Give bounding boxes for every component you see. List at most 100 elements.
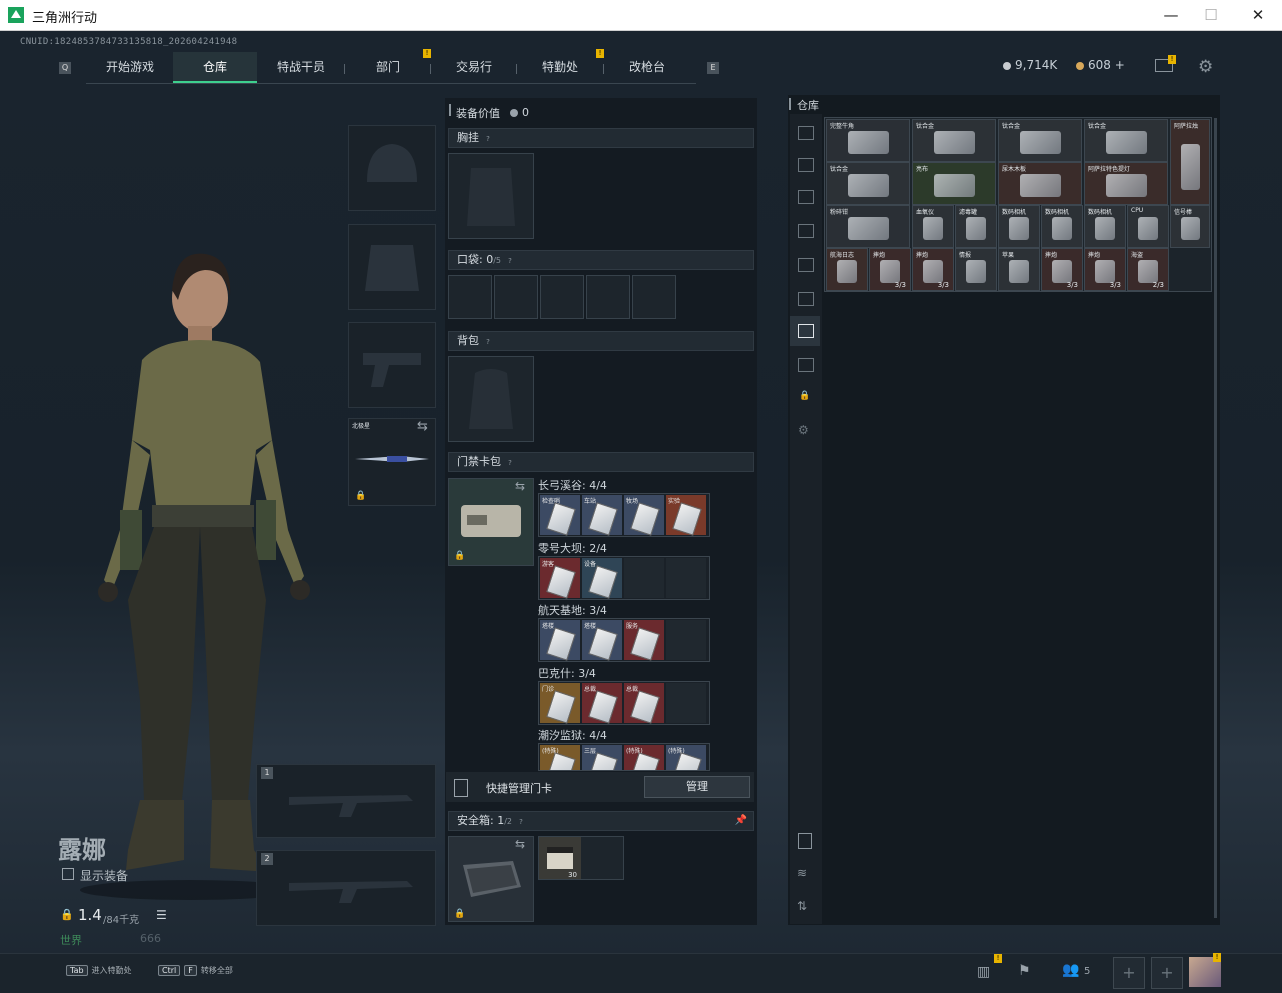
flag-button[interactable]: ⚑	[1012, 958, 1040, 986]
friends-button[interactable]: 👥 5	[1060, 958, 1100, 986]
warehouse-item[interactable]: 血氧仪	[912, 205, 954, 248]
swap-icon[interactable]: ⇆	[417, 419, 428, 434]
tab-special-ops[interactable]: 特勤处	[518, 52, 602, 83]
armor-slot[interactable]	[348, 224, 436, 310]
warehouse-tab-all[interactable]	[790, 118, 820, 148]
help-icon[interactable]: ?	[516, 817, 526, 827]
keycard-item[interactable]: 总裁	[582, 683, 622, 724]
warehouse-item[interactable]: 钛合金	[998, 119, 1082, 162]
warehouse-item[interactable]: 信号棒	[1170, 205, 1210, 248]
melee-slot[interactable]: 北极星 ⇆ 🔒	[348, 418, 436, 506]
warehouse-item[interactable]: 阿萨拉特色提灯	[1084, 162, 1168, 205]
warehouse-item[interactable]: 数码相机	[1041, 205, 1083, 248]
gear-tab-icon[interactable]: ⚙	[798, 423, 809, 437]
help-icon[interactable]: ?	[505, 458, 515, 468]
help-icon[interactable]: ?	[505, 256, 515, 266]
warehouse-item[interactable]: 完整牛角	[826, 119, 910, 162]
pistol-slot[interactable]	[348, 322, 436, 408]
invite-slot-button[interactable]: +	[1151, 957, 1183, 989]
warehouse-item[interactable]: 钛合金	[826, 162, 910, 205]
keycard-item[interactable]: 服务	[624, 620, 664, 661]
primary-weapon-slot-2[interactable]: 2	[256, 850, 436, 926]
warehouse-item[interactable]: 摔炮 3/3	[1084, 248, 1126, 291]
keycard-item[interactable]: 检查哨	[540, 495, 580, 536]
show-equipment-checkbox[interactable]	[62, 868, 74, 880]
keycard-item[interactable]: 三层	[582, 745, 622, 770]
warehouse-item[interactable]: 摔炮 3/3	[912, 248, 954, 291]
currency-primary[interactable]: 9,714K	[1003, 58, 1057, 72]
safe-box-item[interactable]: 30	[539, 837, 581, 879]
warehouse-item[interactable]: 情报	[955, 248, 997, 291]
warehouse-item[interactable]: 数码相机	[998, 205, 1040, 248]
pocket-slot[interactable]	[448, 275, 492, 319]
keycard-item[interactable]: 门诊	[540, 683, 580, 724]
warehouse-item[interactable]: 海盗 2/3	[1127, 248, 1169, 291]
tab-start-game[interactable]: 开始游戏	[88, 52, 172, 83]
pocket-slot[interactable]	[586, 275, 630, 319]
keycard-empty-slot[interactable]	[666, 683, 706, 723]
tab-operators[interactable]: 特战干员	[259, 52, 343, 83]
keycard-empty-slot[interactable]	[624, 558, 664, 598]
close-button[interactable]: ✕	[1243, 4, 1273, 26]
keycard-empty-slot[interactable]	[666, 558, 706, 598]
keycard-item[interactable]: 总裁	[624, 683, 664, 724]
primary-weapon-slot-1[interactable]: 1	[256, 764, 436, 838]
nav-next-key-icon[interactable]: E	[707, 62, 719, 74]
backpack-slot[interactable]	[448, 356, 534, 442]
player-avatar[interactable]: !	[1189, 953, 1221, 987]
keycard-item[interactable]: (特殊)	[540, 745, 580, 770]
tab-gunsmith[interactable]: 改枪台	[605, 52, 689, 83]
hint-transfer-all[interactable]: Ctrl F 转移全部	[158, 965, 233, 976]
keycard-item[interactable]: 车站	[582, 495, 622, 536]
keycard-item[interactable]: 牧场	[624, 495, 664, 536]
keycard-empty-slot[interactable]	[666, 620, 706, 660]
warehouse-tab-active[interactable]	[790, 316, 820, 346]
stats-button[interactable]: ▥ !	[972, 954, 1002, 986]
warehouse-item[interactable]: 滤毒罐	[955, 205, 997, 248]
warehouse-item[interactable]: 航海日志	[826, 248, 868, 291]
nav-prev-key-icon[interactable]: Q	[59, 62, 71, 74]
warehouse-tab-2[interactable]	[790, 182, 820, 212]
warehouse-tab-5[interactable]	[790, 284, 820, 314]
tab-department[interactable]: 部门	[346, 52, 430, 83]
arrange-icon[interactable]	[798, 833, 812, 849]
pocket-slot[interactable]	[540, 275, 584, 319]
warehouse-item[interactable]: 粉碎钳	[826, 205, 910, 248]
settings-gear-icon[interactable]: ⚙	[1198, 57, 1213, 77]
manage-button[interactable]: 管理	[644, 776, 750, 798]
warehouse-item[interactable]: CPU	[1127, 205, 1169, 248]
hint-enter-special-ops[interactable]: Tab 进入特勤处	[66, 965, 132, 976]
keycard-case-slot[interactable]: ⇆ 🔒	[448, 478, 534, 566]
keycard-item[interactable]: 塔楼	[540, 620, 580, 661]
list-icon[interactable]: ☰	[156, 908, 167, 922]
warehouse-item[interactable]: 数码相机	[1084, 205, 1126, 248]
warehouse-item[interactable]: 尿木木板	[998, 162, 1082, 205]
layers-icon[interactable]: ≋	[797, 866, 807, 880]
warehouse-item[interactable]: 摔炮 3/3	[869, 248, 911, 291]
warehouse-item[interactable]: 亮布	[912, 162, 996, 205]
keycard-item[interactable]: 游客	[540, 558, 580, 599]
pocket-slot[interactable]	[494, 275, 538, 319]
helmet-slot[interactable]	[348, 125, 436, 211]
keycard-item[interactable]: (特殊)	[666, 745, 706, 770]
help-icon[interactable]: ?	[483, 337, 493, 347]
warehouse-item[interactable]: 钛合金	[912, 119, 996, 162]
warehouse-item[interactable]: 钛合金	[1084, 119, 1168, 162]
keycard-item[interactable]: 设备	[582, 558, 622, 599]
keycard-item[interactable]: 实验	[666, 495, 706, 536]
warehouse-item[interactable]: 阿萨拉烛	[1170, 119, 1210, 205]
invite-slot-button[interactable]: +	[1113, 957, 1145, 989]
warehouse-scrollbar[interactable]	[1214, 118, 1217, 918]
pocket-slot[interactable]	[632, 275, 676, 319]
chest-rig-slot[interactable]	[448, 153, 534, 239]
pin-icon[interactable]: 📌	[735, 812, 747, 830]
tab-trade[interactable]: 交易行	[432, 52, 516, 83]
warehouse-item[interactable]: 摔炮 3/3	[1041, 248, 1083, 291]
keycard-item[interactable]: (特殊)	[624, 745, 664, 770]
lock-tab-icon[interactable]: 🔒	[799, 391, 810, 401]
swap-icon[interactable]: ⇆	[515, 479, 525, 493]
warehouse-tab-7[interactable]	[790, 350, 820, 380]
maximize-button[interactable]: ☐	[1196, 4, 1226, 26]
safe-box-slot[interactable]: ⇆ 🔒	[448, 836, 534, 922]
sort-icon[interactable]: ⇅	[797, 899, 807, 913]
